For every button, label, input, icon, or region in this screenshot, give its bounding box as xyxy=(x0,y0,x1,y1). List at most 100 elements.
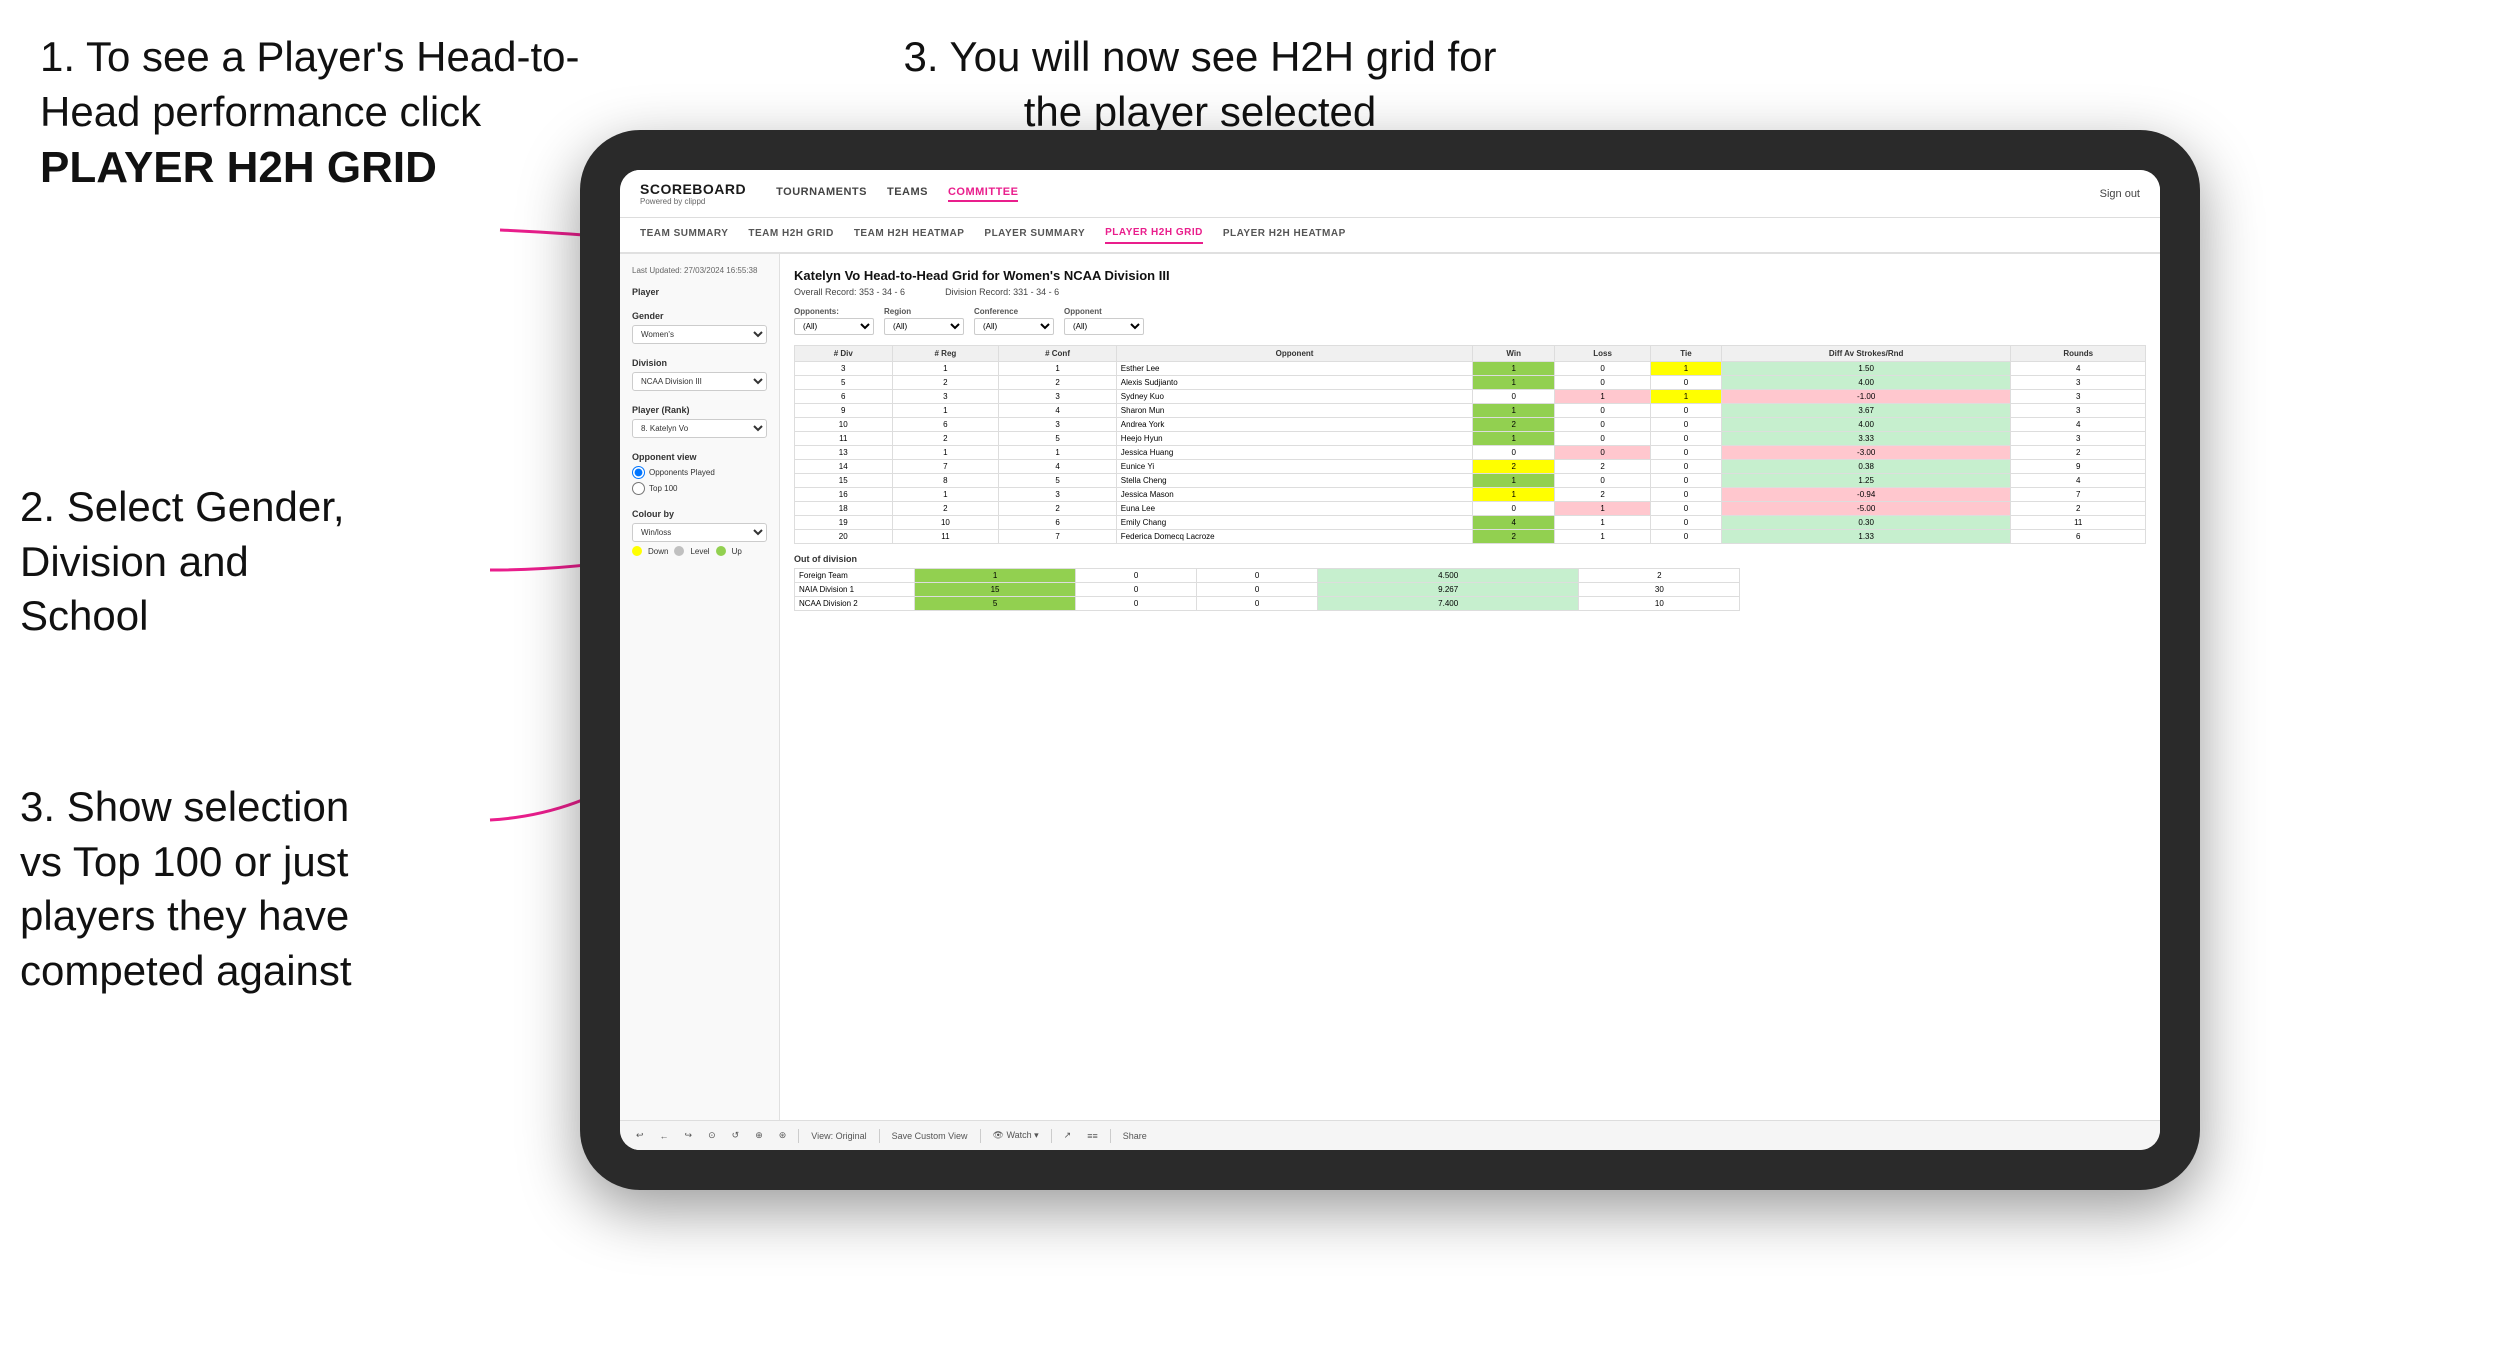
grid-subtitle: Overall Record: 353 - 34 - 6 Division Re… xyxy=(794,287,2146,297)
nav-tournaments[interactable]: TOURNAMENTS xyxy=(776,186,867,202)
colour-section: Colour by Win/loss Down Level Up xyxy=(632,509,767,556)
step1-text: 1. To see a Player's Head-to-Head perfor… xyxy=(40,30,640,139)
step3-bottom-text: 3. Show selectionvs Top 100 or justplaye… xyxy=(20,780,590,998)
cell-win: 0 xyxy=(1473,390,1555,404)
toolbar-undo[interactable]: ↩ xyxy=(632,1128,648,1143)
nav-sign-out[interactable]: Sign out xyxy=(2100,188,2140,200)
toolbar-target[interactable]: ⊙ xyxy=(704,1128,720,1143)
cell-win: 0 xyxy=(1473,502,1555,516)
dot-level xyxy=(674,546,684,556)
nav-committee[interactable]: COMMITTEE xyxy=(948,186,1019,202)
cell-tie: 0 xyxy=(1651,404,1722,418)
cell-loss: 0 xyxy=(1555,376,1651,390)
cell-conf: 3 xyxy=(999,418,1117,432)
toolbar-add[interactable]: ⊕ xyxy=(751,1128,767,1143)
cell-win: 1 xyxy=(1473,474,1555,488)
cell-reg: 6 xyxy=(892,418,999,432)
filter-conference-select[interactable]: (All) xyxy=(974,318,1054,335)
cell-reg: 7 xyxy=(892,460,999,474)
cell-div: 11 xyxy=(795,432,893,446)
colour-select[interactable]: Win/loss xyxy=(632,523,767,542)
cell-loss: 2 xyxy=(1555,488,1651,502)
toolbar-save-custom[interactable]: Save Custom View xyxy=(888,1129,972,1143)
ood-label: NCAA Division 2 xyxy=(795,597,915,611)
toolbar-view-original[interactable]: View: Original xyxy=(807,1129,870,1143)
col-rounds: Rounds xyxy=(2011,346,2146,362)
cell-rounds: 2 xyxy=(2011,502,2146,516)
cell-opponent: Andrea York xyxy=(1116,418,1473,432)
main-content: Last Updated: 27/03/2024 16:55:38 Player… xyxy=(620,254,2160,1120)
toolbar-back[interactable]: ← xyxy=(656,1129,673,1143)
cell-reg: 1 xyxy=(892,446,999,460)
toolbar-watch[interactable]: 👁 Watch ▾ xyxy=(989,1128,1043,1143)
nav-team-summary[interactable]: TEAM SUMMARY xyxy=(640,228,728,243)
toolbar-settings[interactable]: ⊛ xyxy=(775,1128,791,1143)
filter-opponent-select[interactable]: (All) xyxy=(1064,318,1144,335)
player-rank-select[interactable]: 8. Katelyn Vo xyxy=(632,419,767,438)
cell-loss: 0 xyxy=(1555,432,1651,446)
nav-player-h2h-grid[interactable]: PLAYER H2H GRID xyxy=(1105,227,1203,244)
step2-text: 2. Select Gender,Division andSchool xyxy=(20,480,580,644)
opponents-played-option[interactable]: Opponents Played xyxy=(632,466,767,479)
toolbar-refresh[interactable]: ↺ xyxy=(728,1128,744,1143)
table-row-11: 19 10 6 Emily Chang 4 1 0 0.30 11 xyxy=(795,516,2146,530)
nav-player-summary[interactable]: PLAYER SUMMARY xyxy=(984,228,1085,243)
toolbar-sep4 xyxy=(1051,1129,1052,1143)
nav-team-h2h-heatmap[interactable]: TEAM H2H HEATMAP xyxy=(854,228,965,243)
table-row-8: 15 8 5 Stella Cheng 1 0 0 1.25 4 xyxy=(795,474,2146,488)
cell-diff: 0.38 xyxy=(1721,460,2011,474)
toolbar-export[interactable]: ↗ xyxy=(1060,1128,1076,1143)
player-section: Player xyxy=(632,287,767,297)
toolbar-share[interactable]: Share xyxy=(1119,1129,1151,1143)
toolbar-redo[interactable]: ↪ xyxy=(681,1128,697,1143)
cell-win: 2 xyxy=(1473,460,1555,474)
cell-win: 0 xyxy=(1473,446,1555,460)
top-nav: SCOREBOARD Powered by clippd TOURNAMENTS… xyxy=(620,170,2160,218)
cell-win: 1 xyxy=(1473,432,1555,446)
cell-diff: 1.33 xyxy=(1721,530,2011,544)
nav-player-h2h-heatmap[interactable]: PLAYER H2H HEATMAP xyxy=(1223,228,1346,243)
cell-opponent: Alexis Sudjianto xyxy=(1116,376,1473,390)
instructions-panel: 1. To see a Player's Head-to-Head perfor… xyxy=(0,0,680,256)
cell-opponent: Sydney Kuo xyxy=(1116,390,1473,404)
player-rank-label: Player (Rank) xyxy=(632,405,767,415)
ood-rounds: 2 xyxy=(1579,569,1740,583)
toolbar-sep1 xyxy=(798,1129,799,1143)
cell-tie: 0 xyxy=(1651,460,1722,474)
nav-teams[interactable]: TEAMS xyxy=(887,186,928,202)
col-reg: # Reg xyxy=(892,346,999,362)
step2-instruction: 2. Select Gender,Division andSchool xyxy=(20,480,580,644)
cell-rounds: 3 xyxy=(2011,390,2146,404)
cell-loss: 1 xyxy=(1555,516,1651,530)
division-select[interactable]: NCAA Division III xyxy=(632,372,767,391)
cell-loss: 1 xyxy=(1555,530,1651,544)
player-rank-section: Player (Rank) 8. Katelyn Vo xyxy=(632,405,767,438)
filter-opponents-select[interactable]: (All) xyxy=(794,318,874,335)
cell-div: 5 xyxy=(795,376,893,390)
cell-conf: 5 xyxy=(999,474,1117,488)
cell-conf: 1 xyxy=(999,362,1117,376)
out-of-division-table: Foreign Team 1 0 0 4.500 2 NAIA Division… xyxy=(794,568,1740,611)
out-of-division-label: Out of division xyxy=(794,554,2146,564)
gender-select[interactable]: Women's xyxy=(632,325,767,344)
ood-tie: 0 xyxy=(1197,597,1318,611)
nav-team-h2h-grid[interactable]: TEAM H2H GRID xyxy=(748,228,833,243)
dot-down-label: Down xyxy=(648,547,668,556)
cell-rounds: 3 xyxy=(2011,404,2146,418)
cell-tie: 0 xyxy=(1651,474,1722,488)
filter-region-select[interactable]: (All) xyxy=(884,318,964,335)
step1-block: 1. To see a Player's Head-to-Head perfor… xyxy=(40,30,640,196)
table-row-5: 11 2 5 Heejo Hyun 1 0 0 3.33 3 xyxy=(795,432,2146,446)
cell-opponent: Heejo Hyun xyxy=(1116,432,1473,446)
cell-tie: 0 xyxy=(1651,418,1722,432)
filter-row: Opponents: (All) Region (All) xyxy=(794,307,2146,335)
toolbar-grid[interactable]: ≡≡ xyxy=(1083,1129,1102,1143)
cell-div: 6 xyxy=(795,390,893,404)
filter-opponent: Opponent (All) xyxy=(1064,307,1144,335)
top100-option[interactable]: Top 100 xyxy=(632,482,767,495)
toolbar-sep3 xyxy=(980,1129,981,1143)
cell-opponent: Federica Domecq Lacroze xyxy=(1116,530,1473,544)
cell-reg: 2 xyxy=(892,376,999,390)
cell-loss: 0 xyxy=(1555,418,1651,432)
cell-diff: 3.33 xyxy=(1721,432,2011,446)
